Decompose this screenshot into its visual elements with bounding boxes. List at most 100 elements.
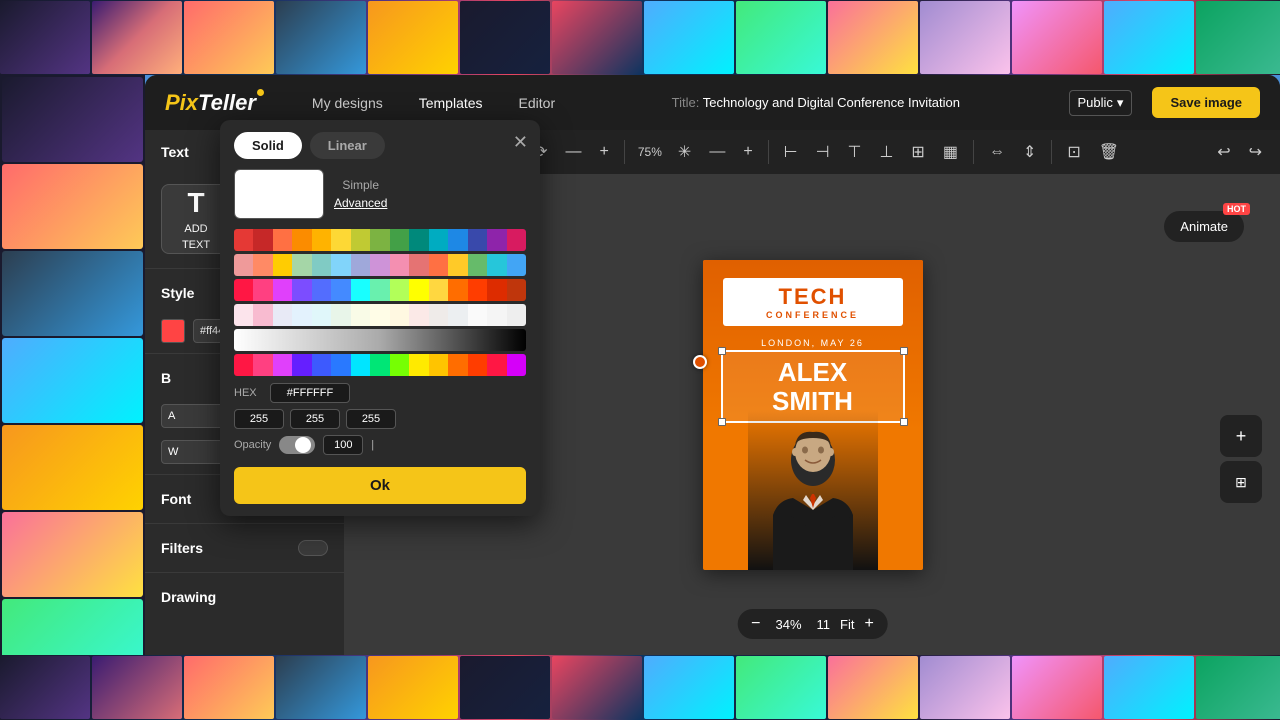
palette-color-cell[interactable] bbox=[253, 279, 272, 301]
align-middle-btn[interactable]: ⊞ bbox=[905, 138, 930, 166]
palette-color-cell[interactable] bbox=[351, 229, 370, 251]
palette-color-cell[interactable] bbox=[487, 254, 506, 276]
palette-color-cell[interactable] bbox=[292, 254, 311, 276]
drawing-section-header[interactable]: Drawing bbox=[145, 577, 344, 617]
palette-color-cell[interactable] bbox=[429, 229, 448, 251]
hex-input[interactable] bbox=[270, 383, 350, 403]
modal-close-btn[interactable]: ✕ bbox=[513, 132, 528, 153]
tab-solid[interactable]: Solid bbox=[234, 132, 302, 159]
nav-templates[interactable]: Templates bbox=[411, 91, 491, 115]
palette-color-cell[interactable] bbox=[507, 254, 526, 276]
palette-color-cell[interactable] bbox=[507, 354, 526, 376]
palette-color-cell[interactable] bbox=[390, 279, 409, 301]
align-top-btn[interactable]: ⊥ bbox=[873, 138, 899, 166]
palette-color-cell[interactable] bbox=[253, 354, 272, 376]
palette-color-cell[interactable] bbox=[370, 229, 389, 251]
opacity-toggle[interactable] bbox=[279, 436, 315, 454]
align-center-btn[interactable]: ⊣ bbox=[810, 138, 836, 166]
palette-color-cell[interactable] bbox=[409, 304, 428, 326]
palette-color-cell[interactable] bbox=[448, 304, 467, 326]
palette-color-cell[interactable] bbox=[253, 254, 272, 276]
palette-color-cell[interactable] bbox=[390, 254, 409, 276]
save-image-button[interactable]: Save image bbox=[1152, 87, 1260, 118]
palette-color-cell[interactable] bbox=[468, 354, 487, 376]
palette-color-cell[interactable] bbox=[253, 304, 272, 326]
palette-color-cell[interactable] bbox=[507, 279, 526, 301]
align-right-btn[interactable]: ⊤ bbox=[842, 138, 868, 166]
palette-color-cell[interactable] bbox=[234, 229, 253, 251]
palette-color-cell[interactable] bbox=[429, 354, 448, 376]
palette-color-cell[interactable] bbox=[292, 229, 311, 251]
tab-simple[interactable]: Simple bbox=[342, 178, 379, 192]
tab-advanced[interactable]: Advanced bbox=[334, 196, 387, 210]
palette-color-cell[interactable] bbox=[507, 304, 526, 326]
palette-color-cell[interactable] bbox=[370, 279, 389, 301]
zoom-minus-btn[interactable]: − bbox=[751, 615, 760, 633]
opacity-value-input[interactable] bbox=[323, 435, 363, 455]
palette-color-cell[interactable] bbox=[409, 229, 428, 251]
palette-color-cell[interactable] bbox=[273, 354, 292, 376]
palette-color-cell[interactable] bbox=[312, 304, 331, 326]
palette-color-cell[interactable] bbox=[292, 354, 311, 376]
selection-dot[interactable] bbox=[693, 355, 707, 369]
undo-btn[interactable]: ↩ bbox=[1211, 138, 1236, 166]
palette-color-cell[interactable] bbox=[429, 304, 448, 326]
filters-toggle[interactable] bbox=[298, 540, 328, 556]
palette-color-cell[interactable] bbox=[409, 279, 428, 301]
palette-color-cell[interactable] bbox=[331, 279, 350, 301]
minus-btn[interactable]: — bbox=[560, 139, 588, 165]
delete-btn[interactable]: 🗑 bbox=[1093, 138, 1125, 166]
align-left-btn[interactable]: ⊢ bbox=[778, 138, 804, 166]
palette-color-cell[interactable] bbox=[487, 354, 506, 376]
plus-btn[interactable]: + bbox=[594, 139, 615, 165]
palette-color-cell[interactable] bbox=[468, 229, 487, 251]
palette-color-cell[interactable] bbox=[273, 279, 292, 301]
add-canvas-btn[interactable]: + bbox=[1220, 415, 1262, 457]
r-input[interactable] bbox=[234, 409, 284, 429]
palette-color-cell[interactable] bbox=[487, 304, 506, 326]
palette-color-cell[interactable] bbox=[312, 354, 331, 376]
expand-canvas-btn[interactable]: ⊞ bbox=[1220, 461, 1262, 503]
palette-color-cell[interactable] bbox=[487, 279, 506, 301]
palette-color-cell[interactable] bbox=[448, 279, 467, 301]
palette-color-cell[interactable] bbox=[273, 229, 292, 251]
public-dropdown[interactable]: Public ▾ bbox=[1069, 90, 1133, 116]
palette-color-cell[interactable] bbox=[390, 304, 409, 326]
palette-color-cell[interactable] bbox=[448, 254, 467, 276]
palette-color-cell[interactable] bbox=[390, 229, 409, 251]
redo-btn[interactable]: ↪ bbox=[1243, 138, 1268, 166]
palette-color-cell[interactable] bbox=[409, 254, 428, 276]
palette-color-cell[interactable] bbox=[273, 304, 292, 326]
zoom-plus-btn[interactable]: + bbox=[864, 615, 873, 633]
palette-color-cell[interactable] bbox=[487, 229, 506, 251]
plus2-btn[interactable]: + bbox=[737, 139, 758, 165]
palette-color-cell[interactable] bbox=[409, 354, 428, 376]
palette-color-cell[interactable] bbox=[234, 254, 253, 276]
palette-color-cell[interactable] bbox=[331, 354, 350, 376]
palette-color-cell[interactable] bbox=[429, 254, 448, 276]
palette-color-cell[interactable] bbox=[312, 254, 331, 276]
palette-color-cell[interactable] bbox=[234, 279, 253, 301]
palette-color-cell[interactable] bbox=[331, 254, 350, 276]
palette-color-cell[interactable] bbox=[390, 354, 409, 376]
palette-color-cell[interactable] bbox=[351, 254, 370, 276]
palette-color-cell[interactable] bbox=[292, 304, 311, 326]
palette-color-cell[interactable] bbox=[234, 304, 253, 326]
minus2-btn[interactable]: — bbox=[703, 139, 731, 165]
palette-color-cell[interactable] bbox=[331, 229, 350, 251]
palette-color-cell[interactable] bbox=[429, 279, 448, 301]
palette-color-cell[interactable] bbox=[448, 229, 467, 251]
palette-color-cell[interactable] bbox=[468, 254, 487, 276]
chart-btn[interactable]: ▦ bbox=[937, 138, 964, 166]
palette-color-cell[interactable] bbox=[351, 279, 370, 301]
palette-color-cell[interactable] bbox=[234, 354, 253, 376]
b-input[interactable] bbox=[346, 409, 396, 429]
nav-editor[interactable]: Editor bbox=[511, 91, 564, 115]
flip-v-btn[interactable]: ⇕ bbox=[1017, 138, 1042, 166]
filters-section-header[interactable]: Filters bbox=[145, 528, 344, 568]
zoom-fit[interactable]: Fit bbox=[840, 617, 854, 632]
palette-color-cell[interactable] bbox=[292, 279, 311, 301]
palette-color-cell[interactable] bbox=[370, 304, 389, 326]
tab-linear[interactable]: Linear bbox=[310, 132, 385, 159]
nav-my-designs[interactable]: My designs bbox=[304, 91, 391, 115]
